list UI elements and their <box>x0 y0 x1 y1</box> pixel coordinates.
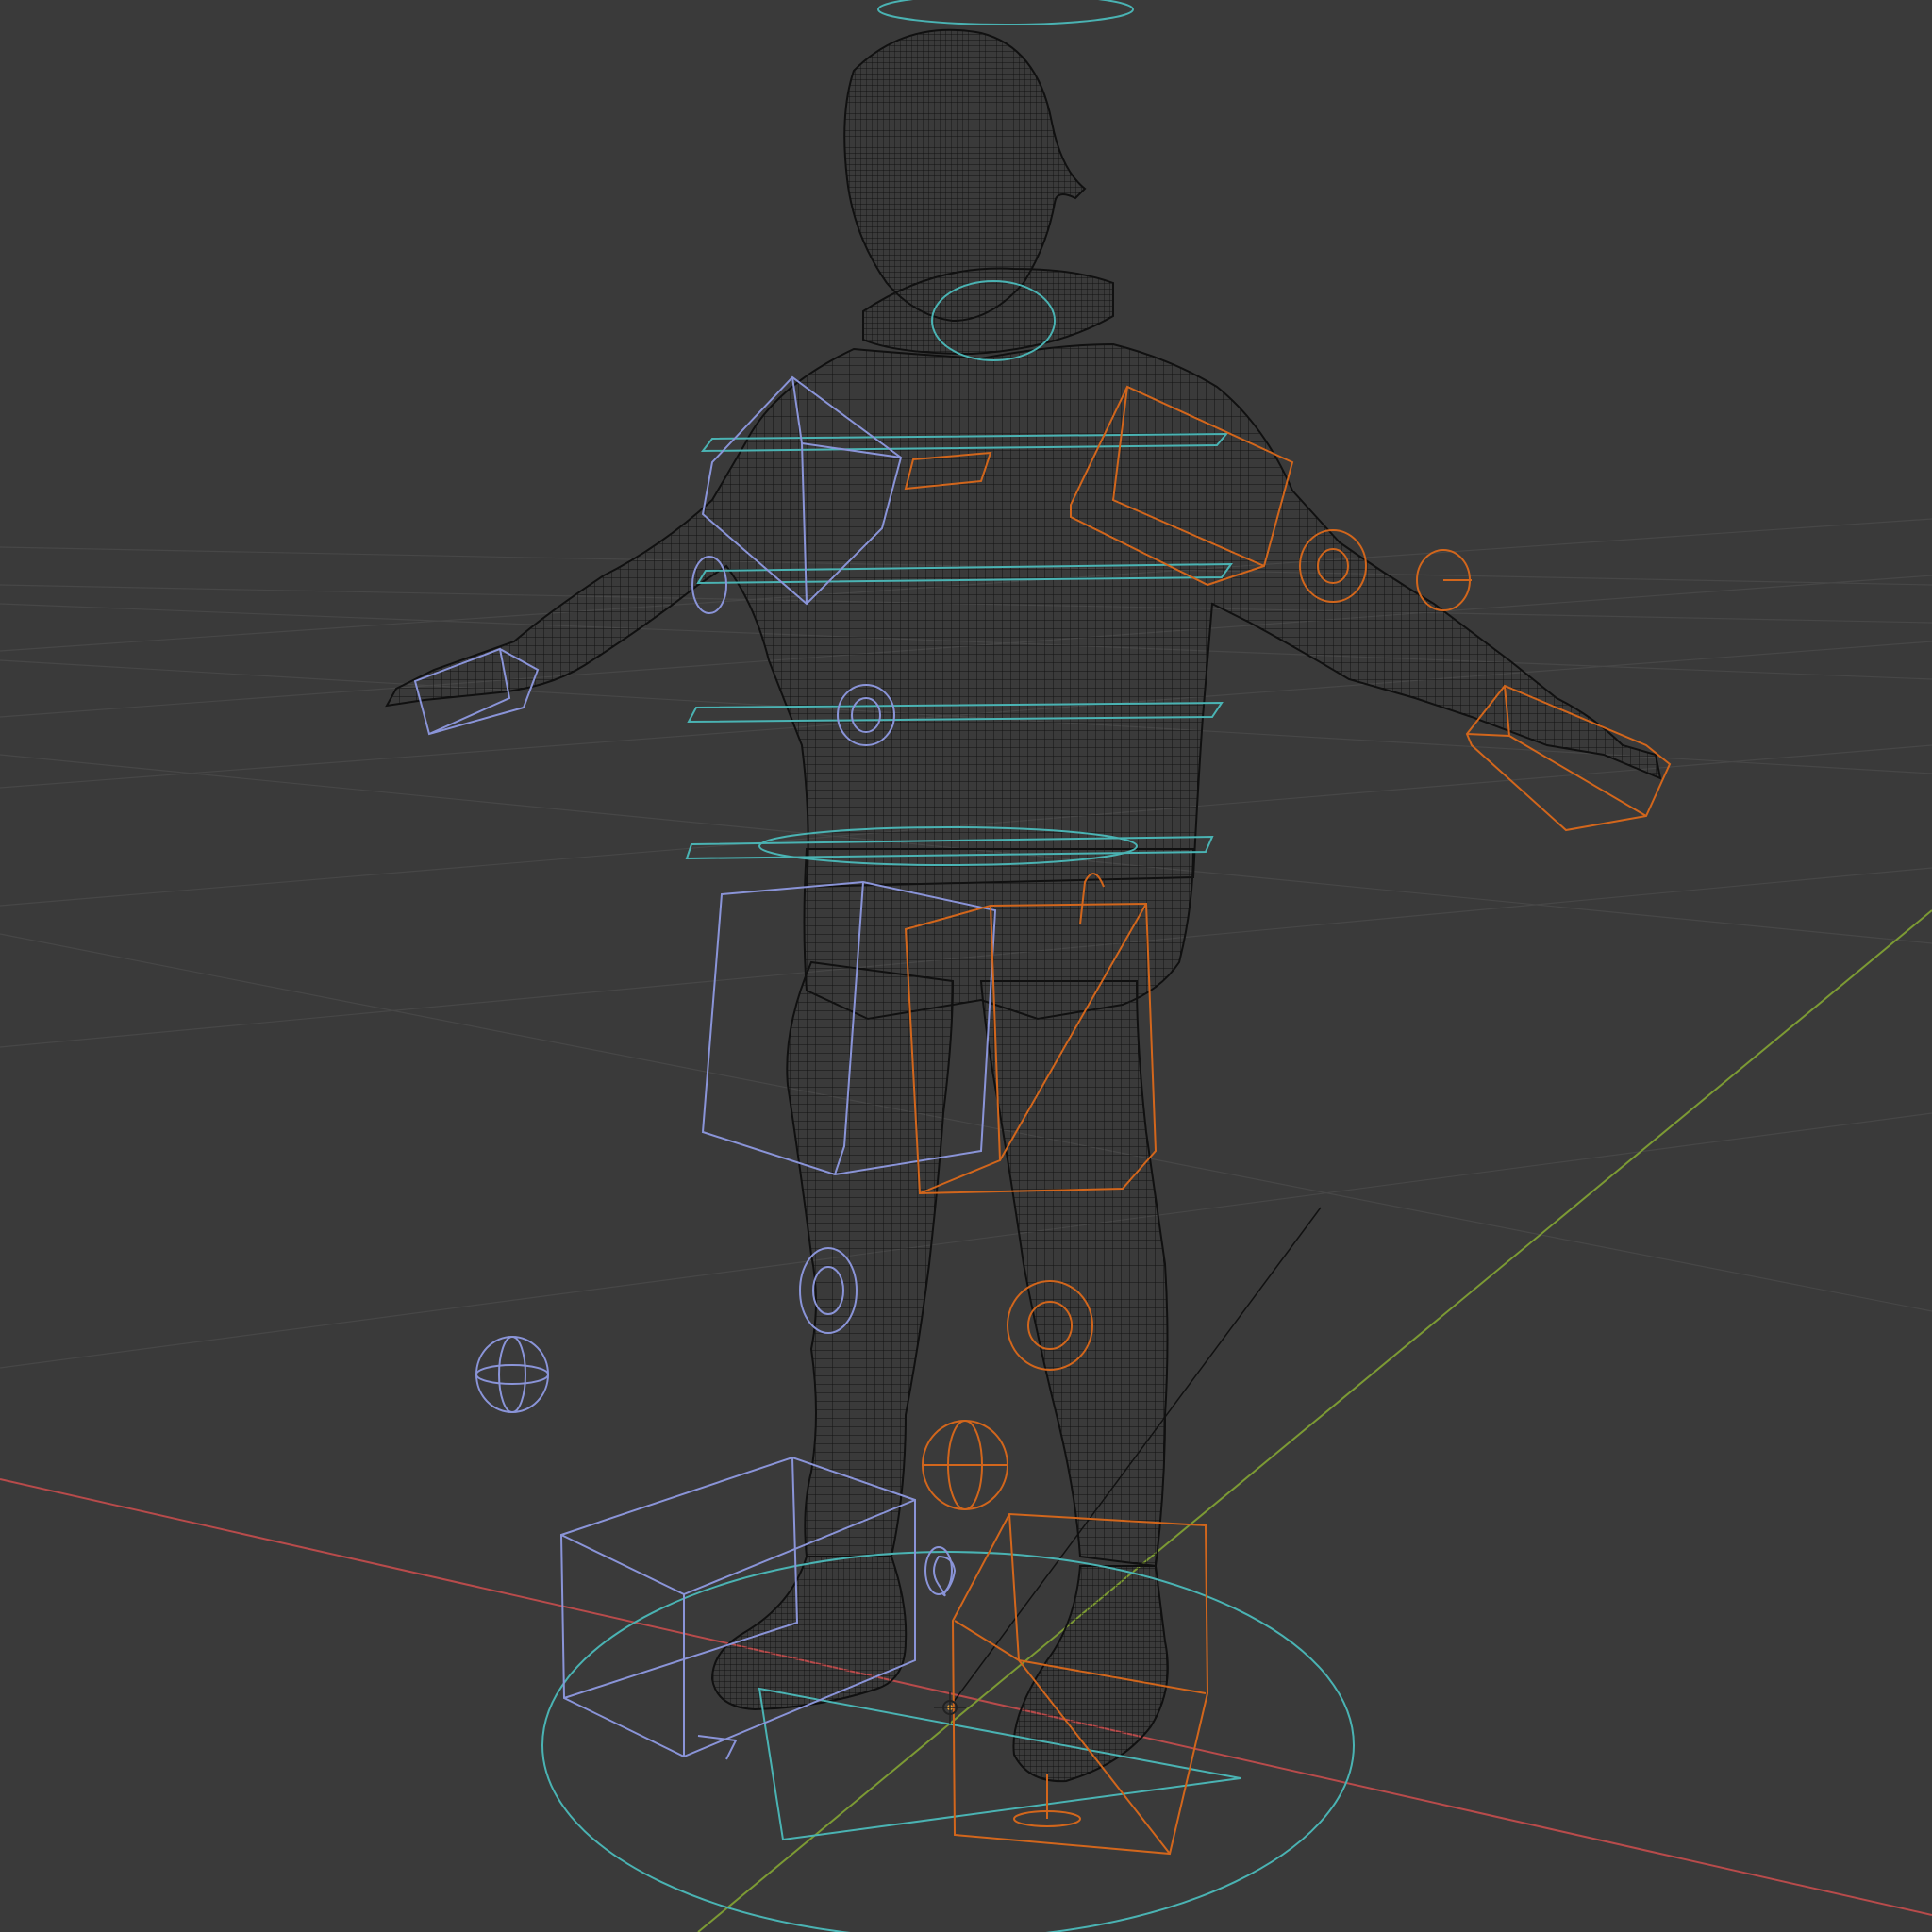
mesh-torso <box>385 342 1662 889</box>
3d-viewport[interactable] <box>0 0 1932 1932</box>
left-pole-target-sphere <box>475 1336 549 1413</box>
mesh-left-leg <box>786 960 955 1557</box>
root-control-arrow <box>758 1687 1241 1841</box>
mesh-right-leg <box>979 980 1169 1568</box>
root-control-circle <box>541 1551 1355 1932</box>
left-pole-target-meridian <box>498 1336 526 1413</box>
head-control-circle <box>877 0 1134 25</box>
x-axis <box>0 1478 1932 1916</box>
viewport-scene[interactable] <box>0 0 1932 1932</box>
left-pole-target-band <box>475 1364 549 1385</box>
